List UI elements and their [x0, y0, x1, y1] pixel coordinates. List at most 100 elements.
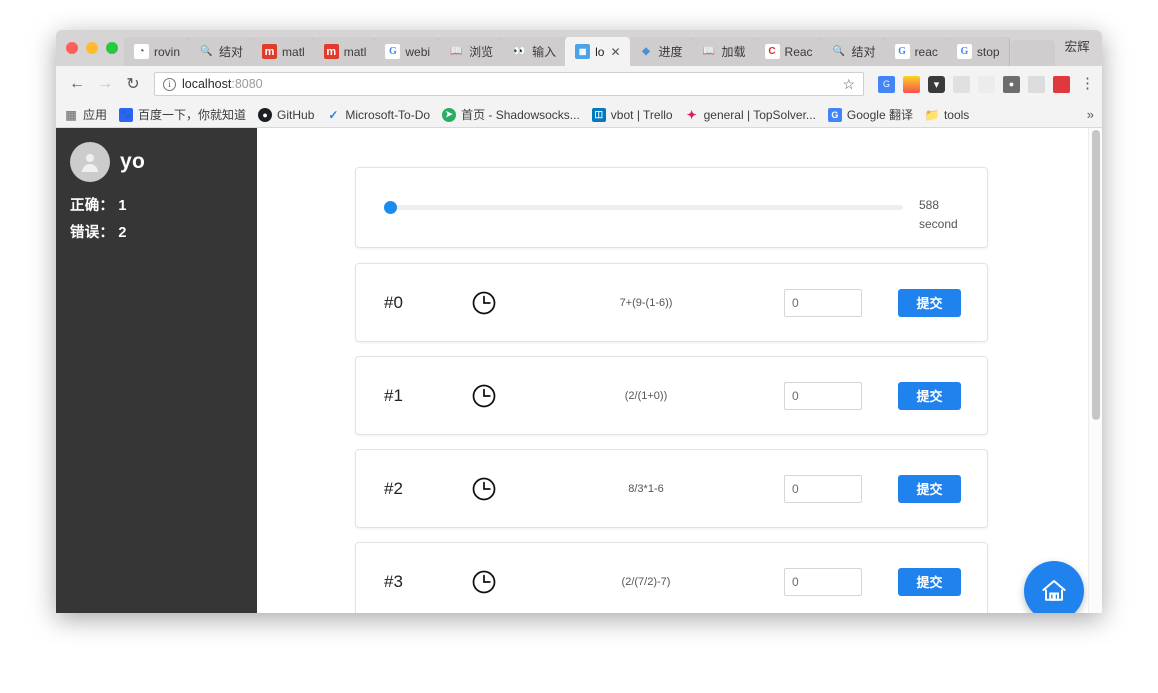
answer-input[interactable]	[784, 567, 862, 596]
home-fab-button[interactable]	[1024, 561, 1084, 613]
tab-title: 结对	[219, 45, 244, 59]
page-viewport: yo 正确： 1 错误： 2 588 second #0 7+(9-(1-6))…	[56, 128, 1102, 613]
progress-slider[interactable]	[384, 201, 903, 214]
bookmark-google-translate[interactable]: G Google 翻译	[827, 106, 913, 123]
notes-icon[interactable]	[903, 75, 920, 93]
camera-icon[interactable]: ●	[1003, 75, 1020, 93]
submit-button[interactable]: 提交	[898, 381, 961, 410]
m-icon: m	[323, 44, 339, 59]
question-index-label: #2	[384, 478, 403, 498]
google-icon: G	[894, 44, 910, 59]
question-expression: (2/(1+0))	[624, 389, 668, 402]
submit-button[interactable]: 提交	[898, 567, 961, 596]
scrollbar-thumb[interactable]	[1092, 130, 1100, 420]
browser-tab-matlab-1[interactable]: m matl	[252, 37, 315, 66]
folder-icon: 📁	[924, 107, 940, 122]
tab-title: matl	[343, 44, 367, 59]
bookmark-trello[interactable]: ◫ vbot | Trello	[591, 107, 673, 122]
browser-tab-liulan[interactable]: 📖 浏览	[439, 37, 504, 66]
browser-toolbar: ← → ↻ i localhost:8080 ☆ G ▾ ● ⋮	[56, 66, 1102, 102]
search-icon: 🔍	[200, 46, 213, 57]
minimize-window-button[interactable]	[86, 42, 98, 54]
bookmark-label: 首页 - Shadowsocks...	[461, 108, 580, 122]
pocket-icon[interactable]: ▾	[928, 75, 945, 93]
reload-icon[interactable]: ↻	[120, 71, 146, 97]
browser-menu-icon[interactable]: ⋮	[1080, 76, 1095, 91]
browser-tab-localhost[interactable]: ▦ lo ✕	[565, 37, 630, 66]
browser-tab-jindu[interactable]: ◆ 进度	[628, 37, 693, 66]
owl-icon: 👀	[513, 46, 526, 57]
tab-title: 结对	[851, 45, 876, 59]
close-window-button[interactable]	[66, 42, 78, 54]
question-expression: (2/(7/2)-7)	[621, 575, 671, 588]
timer-value: 588	[919, 198, 940, 212]
tab-title: rovin	[154, 44, 181, 59]
tab-title: 浏览	[469, 45, 494, 59]
zoom-window-button[interactable]	[106, 42, 118, 54]
submit-button[interactable]: 提交	[898, 474, 961, 503]
bookmark-label: GitHub	[277, 107, 315, 122]
grey-extension-icon[interactable]	[953, 75, 970, 93]
bookmark-tools-folder[interactable]: 📁 tools	[924, 107, 969, 122]
bookmark-microsoft-todo[interactable]: ✓ Microsoft-To-Do	[326, 108, 430, 122]
red-extension-icon[interactable]	[1053, 75, 1070, 93]
tab-title: reac	[914, 44, 938, 59]
diamond-icon: ◆	[642, 46, 650, 57]
tab-title: 输入	[532, 45, 557, 59]
bookmark-apps[interactable]: ▦ 应用	[64, 106, 107, 123]
page-scrollbar[interactable]	[1088, 128, 1102, 613]
browser-tab-shuru[interactable]: 👀 输入	[502, 37, 567, 66]
new-tab-button[interactable]	[1010, 40, 1055, 66]
address-bar[interactable]: i localhost:8080 ☆	[154, 72, 864, 96]
timer-unit: second	[919, 217, 958, 231]
rovio-icon: ◔	[134, 44, 149, 59]
browser-tab-reac[interactable]: G reac	[884, 37, 948, 66]
submit-button[interactable]: 提交	[898, 288, 961, 317]
profile-name-label[interactable]: 宏辉	[1065, 36, 1090, 61]
bookmark-label: 应用	[83, 108, 108, 122]
browser-tab-webi[interactable]: G webi	[375, 37, 441, 66]
tab-title: Reac	[784, 44, 813, 59]
correct-count-label: 正确： 1	[70, 198, 127, 214]
bookmark-shadowsocks[interactable]: ➤ 首页 - Shadowsocks...	[442, 106, 580, 123]
ghost-extension-icon[interactable]	[978, 75, 995, 93]
tab-title: webi	[405, 44, 431, 59]
browser-tab-stop[interactable]: G stop	[946, 37, 1010, 66]
google-translate-icon[interactable]: G	[878, 75, 895, 93]
progress-card: 588 second	[355, 167, 988, 248]
answer-input[interactable]	[784, 474, 862, 503]
bookmarks-bar: ▦ 应用 🐾 百度一下，你就知道 ● GitHub ✓ Microsoft-To…	[56, 102, 1102, 128]
timer-display: 588 second	[919, 196, 969, 234]
url-text: localhost:8080	[182, 77, 836, 91]
bookmark-github[interactable]: ● GitHub	[258, 107, 315, 122]
tab-title: matl	[282, 44, 305, 59]
browser-tab-jiedui-2[interactable]: 🔍 结对	[821, 37, 886, 66]
browser-tab-jiedui-1[interactable]: 🔍 结对	[189, 37, 254, 66]
cloud-icon[interactable]	[1028, 75, 1045, 93]
bookmark-star-icon[interactable]: ☆	[842, 76, 855, 93]
bookmark-topsolver[interactable]: ✦ general | TopSolver...	[685, 108, 816, 122]
question-row: #2 8/3*1-6 提交	[355, 449, 988, 528]
browser-tab-jiazai[interactable]: 📖 加载	[691, 37, 756, 66]
browser-tab-rovin[interactable]: ◔ rovin	[124, 37, 191, 66]
answer-input[interactable]	[784, 288, 862, 317]
slider-thumb[interactable]	[384, 201, 397, 214]
bookmark-label: 百度一下，你就知道	[138, 108, 247, 122]
forward-arrow-icon[interactable]: →	[92, 71, 118, 97]
answer-input[interactable]	[784, 381, 862, 410]
google-icon: G	[956, 44, 972, 59]
question-expression: 7+(9-(1-6))	[619, 296, 673, 309]
close-tab-icon[interactable]: ✕	[610, 46, 620, 58]
tab-title: 进度	[658, 45, 683, 59]
bookmark-baidu[interactable]: 🐾 百度一下，你就知道	[119, 106, 246, 123]
browser-tab-matlab-2[interactable]: m matl	[313, 37, 377, 66]
window-controls	[66, 42, 118, 54]
progress-row: 588 second	[384, 196, 969, 234]
back-arrow-icon[interactable]: ←	[64, 71, 90, 97]
site-info-icon[interactable]: i	[163, 77, 176, 91]
bookmarks-overflow-icon[interactable]: »	[1087, 107, 1094, 122]
clock-icon	[470, 289, 566, 317]
browser-tab-react[interactable]: C Reac	[754, 37, 823, 66]
search-icon: 🔍	[832, 46, 846, 57]
m-icon: m	[262, 44, 278, 59]
